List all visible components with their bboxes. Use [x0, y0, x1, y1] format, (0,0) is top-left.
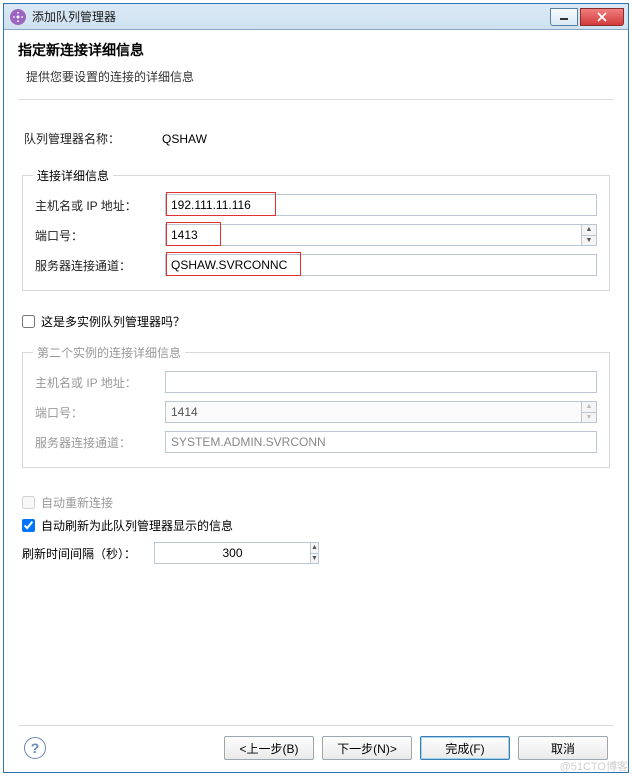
- channel2-input: [165, 431, 597, 453]
- auto-refresh-label: 自动刷新为此队列管理器显示的信息: [41, 517, 233, 534]
- port-label: 端口号：: [35, 227, 165, 244]
- host2-input: [165, 371, 597, 393]
- refresh-interval-spinner[interactable]: ▲ ▼: [154, 542, 274, 564]
- qmgr-name-value: QSHAW: [154, 132, 207, 146]
- auto-reconnect-checkbox: [22, 496, 35, 509]
- channel-label: 服务器连接通道：: [35, 257, 165, 274]
- form-area: 队列管理器名称： QSHAW 连接详细信息 主机名或 IP 地址： 端口号： ▲…: [18, 100, 614, 715]
- channel2-row: 服务器连接通道：: [35, 431, 597, 453]
- spin-down-icon: ▼: [582, 413, 596, 423]
- app-icon: [10, 9, 26, 25]
- port-spinner[interactable]: ▲ ▼: [165, 224, 597, 246]
- host-label: 主机名或 IP 地址：: [35, 197, 165, 214]
- window-title: 添加队列管理器: [32, 8, 116, 25]
- port-stepper[interactable]: ▲ ▼: [581, 224, 597, 246]
- wizard-header: 指定新连接详细信息 提供您要设置的连接的详细信息: [18, 40, 614, 100]
- page-title: 指定新连接详细信息: [18, 40, 614, 60]
- finish-button[interactable]: 完成(F): [420, 736, 510, 760]
- spin-up-icon[interactable]: ▲: [582, 225, 596, 236]
- port2-stepper: ▲ ▼: [581, 401, 597, 423]
- channel-row: 服务器连接通道：: [35, 254, 597, 276]
- refresh-stepper[interactable]: ▲ ▼: [310, 542, 319, 564]
- refresh-interval-row: 刷新时间间隔（秒）： ▲ ▼: [22, 542, 610, 564]
- qmgr-name-label: 队列管理器名称：: [24, 130, 154, 147]
- auto-reconnect-label: 自动重新连接: [41, 494, 113, 511]
- connection-details-group: 连接详细信息 主机名或 IP 地址： 端口号： ▲ ▼: [22, 175, 610, 291]
- port2-label: 端口号：: [35, 404, 165, 421]
- auto-reconnect-row: 自动重新连接: [22, 494, 610, 511]
- second-instance-legend: 第二个实例的连接详细信息: [33, 344, 185, 361]
- close-button[interactable]: [580, 8, 624, 26]
- channel2-label: 服务器连接通道：: [35, 434, 165, 451]
- watermark: @51CTO博客: [560, 758, 628, 774]
- cancel-button[interactable]: 取消: [518, 736, 608, 760]
- content-area: 指定新连接详细信息 提供您要设置的连接的详细信息 队列管理器名称： QSHAW …: [4, 30, 628, 772]
- dialog-window: 添加队列管理器 指定新连接详细信息 提供您要设置的连接的详细信息 队列管理器名称…: [3, 3, 629, 773]
- refresh-interval-input[interactable]: [154, 542, 310, 564]
- spin-down-icon[interactable]: ▼: [582, 236, 596, 246]
- multi-instance-checkbox[interactable]: [22, 315, 35, 328]
- refresh-interval-label: 刷新时间间隔（秒）：: [22, 545, 136, 562]
- back-button[interactable]: <上一步(B): [224, 736, 314, 760]
- wizard-footer: ? <上一步(B) 下一步(N)> 完成(F) 取消: [18, 725, 614, 772]
- spin-up-icon: ▲: [582, 402, 596, 413]
- spin-up-icon[interactable]: ▲: [311, 543, 318, 554]
- channel-input[interactable]: [165, 254, 597, 276]
- qmgr-name-row: 队列管理器名称： QSHAW: [24, 130, 610, 147]
- port2-spinner: ▲ ▼: [165, 401, 597, 423]
- port-row: 端口号： ▲ ▼: [35, 224, 597, 246]
- multi-instance-label: 这是多实例队列管理器吗？: [41, 313, 185, 330]
- host2-label: 主机名或 IP 地址：: [35, 374, 165, 391]
- host2-row: 主机名或 IP 地址：: [35, 371, 597, 393]
- spin-down-icon[interactable]: ▼: [311, 554, 318, 564]
- minimize-button[interactable]: [550, 8, 578, 26]
- auto-refresh-row: 自动刷新为此队列管理器显示的信息: [22, 517, 610, 534]
- next-button[interactable]: 下一步(N)>: [322, 736, 412, 760]
- second-instance-group: 第二个实例的连接详细信息 主机名或 IP 地址： 端口号： ▲ ▼: [22, 352, 610, 468]
- auto-refresh-checkbox[interactable]: [22, 519, 35, 532]
- help-icon[interactable]: ?: [24, 737, 46, 759]
- host-row: 主机名或 IP 地址：: [35, 194, 597, 216]
- port-input[interactable]: [165, 224, 581, 246]
- port2-row: 端口号： ▲ ▼: [35, 401, 597, 423]
- titlebar: 添加队列管理器: [4, 4, 628, 30]
- port2-input: [165, 401, 581, 423]
- connection-details-legend: 连接详细信息: [33, 167, 113, 184]
- host-input[interactable]: [165, 194, 597, 216]
- multi-instance-row: 这是多实例队列管理器吗？: [22, 313, 610, 330]
- page-subtitle: 提供您要设置的连接的详细信息: [26, 68, 614, 85]
